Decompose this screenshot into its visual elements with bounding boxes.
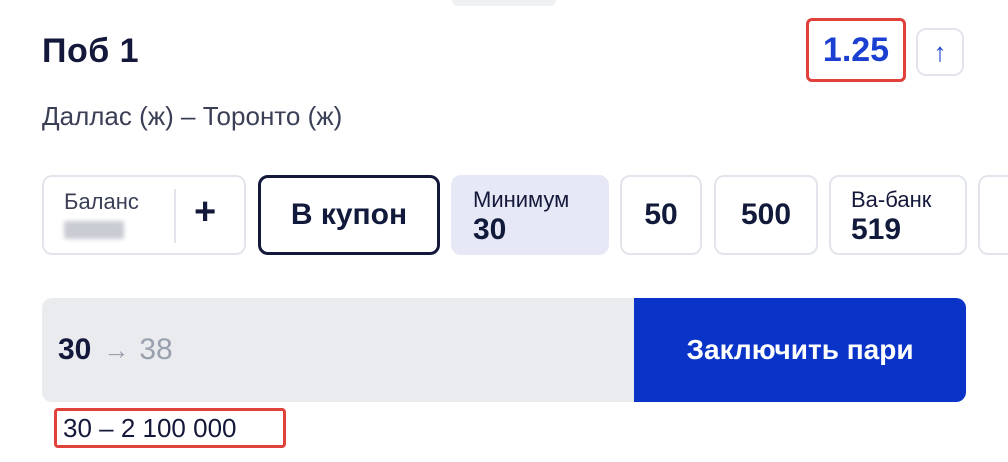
arrow-up-icon[interactable]: ↑ — [916, 28, 964, 76]
all-in-value: 519 — [851, 213, 902, 246]
balance-chip: Баланс + — [42, 175, 246, 255]
add-balance-button[interactable]: + — [194, 191, 216, 234]
place-bet-button[interactable]: Заключить пари — [634, 298, 966, 402]
add-to-coupon-button[interactable]: В купон — [258, 175, 440, 255]
bet-title: Поб 1 — [42, 32, 140, 70]
divider — [174, 189, 176, 243]
minimum-value: 30 — [473, 213, 507, 246]
stake-input[interactable]: 30 → 38 — [42, 298, 642, 402]
stake-chip-500[interactable]: 500 — [714, 175, 818, 255]
stake-chip-50[interactable]: 50 — [620, 175, 702, 255]
balance-value-hidden — [64, 221, 124, 239]
arrow-right-icon: → — [103, 334, 130, 365]
minimum-stake-chip[interactable]: Минимум 30 — [451, 175, 609, 255]
minimum-label: Минимум — [473, 187, 570, 212]
stake-chip-partial[interactable] — [978, 175, 1008, 255]
sheet-handle[interactable] — [452, 0, 556, 6]
all-in-label: Ва-банк — [851, 187, 932, 212]
odds-highlight: 1.25 — [806, 18, 906, 82]
match-name: Даллас (ж) – Торонто (ж) — [42, 101, 343, 131]
stake-value: 30 — [58, 333, 92, 366]
stake-range: 30 – 2 100 000 — [54, 408, 286, 448]
potential-win: 38 — [139, 333, 173, 366]
all-in-chip[interactable]: Ва-банк 519 — [829, 175, 967, 255]
odds-value: 1.25 — [822, 30, 890, 69]
balance-label: Баланс — [64, 189, 139, 214]
